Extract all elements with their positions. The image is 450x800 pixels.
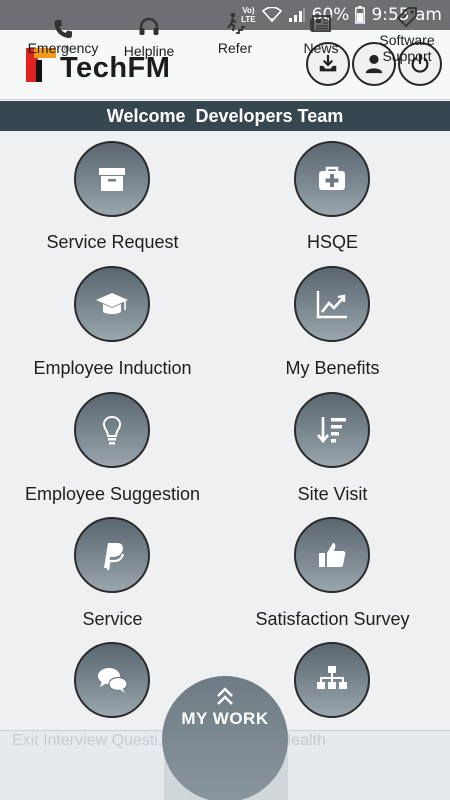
- service-button[interactable]: [74, 517, 150, 593]
- tile-label: My Benefits: [285, 358, 380, 378]
- hsqe-button[interactable]: [294, 141, 370, 217]
- tile-label: Satisfaction Survey: [255, 609, 410, 629]
- tile-label: Site Visit: [297, 484, 368, 504]
- medical-kit-icon: [319, 166, 345, 190]
- service-request-button[interactable]: [74, 141, 150, 217]
- archive-box-icon: [99, 168, 125, 191]
- tile-label: HSQE: [306, 232, 358, 252]
- satisfaction-survey-button[interactable]: [294, 517, 370, 593]
- line-chart-icon: [316, 291, 347, 319]
- my-work-label: MY WORK: [181, 709, 269, 728]
- phone-icon: [54, 20, 72, 38]
- my-benefits-button[interactable]: [294, 266, 370, 342]
- nav-helpline[interactable]: Helpline: [108, 0, 190, 70]
- chat-bubbles-icon: [98, 668, 128, 693]
- exit-interview-button[interactable]: [74, 642, 150, 718]
- sort-descending-icon: [317, 417, 346, 444]
- thumbs-up-icon: [319, 543, 346, 567]
- nav-label: News: [303, 40, 339, 56]
- graduation-cap-icon: [96, 293, 128, 314]
- nav-label: Emergency: [27, 40, 99, 56]
- stairs-person-icon: [227, 12, 245, 34]
- nav-emergency[interactable]: Emergency: [18, 0, 108, 70]
- welcome-banner: Welcome Developers Team: [0, 101, 450, 131]
- tile-label: Service Request: [46, 232, 179, 252]
- employee-suggestion-button[interactable]: [74, 392, 150, 468]
- newspaper-icon: [310, 15, 331, 32]
- nav-label: Helpline: [123, 43, 175, 59]
- lightbulb-icon: [103, 415, 121, 445]
- my-work-button[interactable]: MY WORK: [162, 676, 288, 800]
- org-chart-icon: [317, 666, 347, 689]
- nav-software-support[interactable]: Software Support: [364, 0, 450, 70]
- tag-icon: [396, 7, 417, 28]
- site-visit-button[interactable]: [294, 392, 370, 468]
- chevron-up-icon: [217, 687, 233, 705]
- tile-label: Employee Suggestion: [24, 484, 201, 504]
- nav-label: Refer: [217, 40, 253, 56]
- employee-induction-button[interactable]: [74, 266, 150, 342]
- responsibility-health-button[interactable]: [294, 642, 370, 718]
- tile-label: Service: [82, 609, 143, 629]
- nav-label: Software Support: [379, 32, 435, 64]
- nav-news[interactable]: News: [278, 0, 364, 70]
- tile-label: Employee Induction: [33, 358, 192, 378]
- paypal-icon: [104, 543, 125, 571]
- headset-icon: [139, 17, 159, 35]
- nav-refer[interactable]: Refer: [190, 0, 280, 70]
